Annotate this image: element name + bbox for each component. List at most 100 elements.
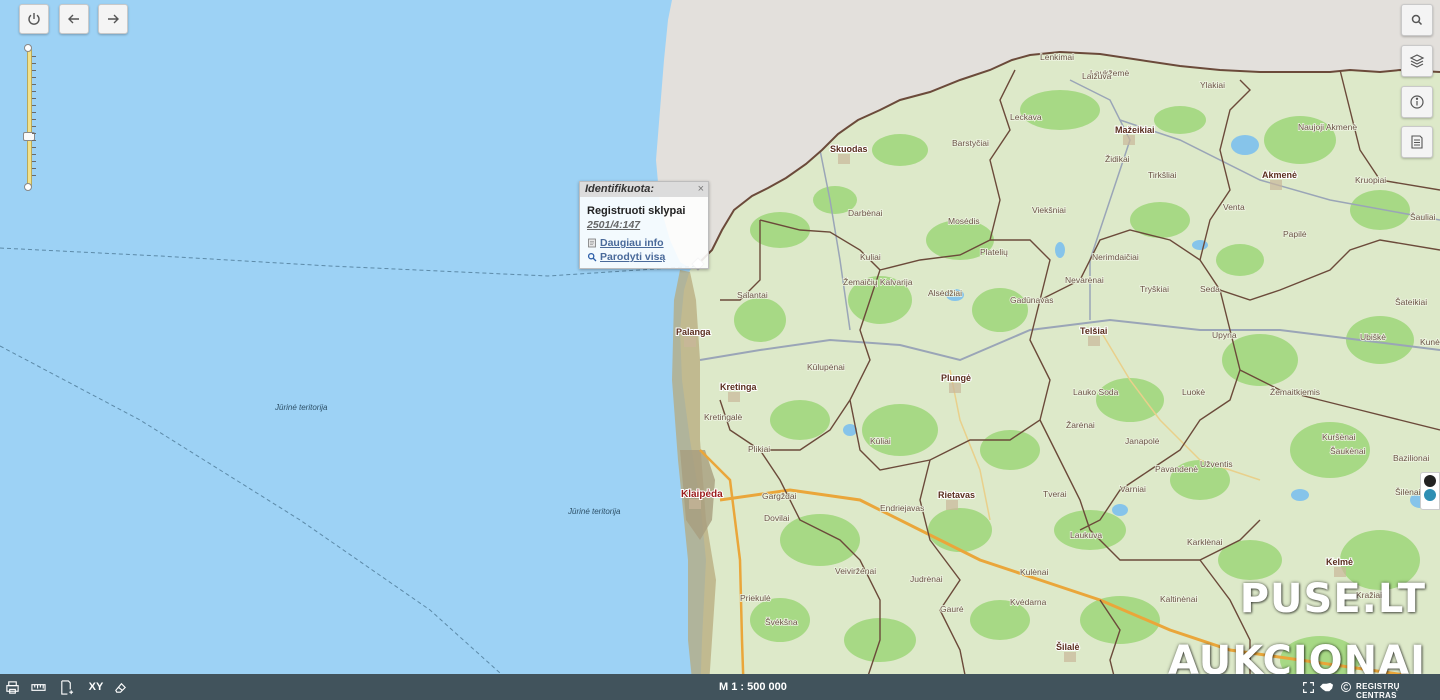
zoom-slider[interactable] xyxy=(22,44,36,191)
village-label: Kūliai xyxy=(870,436,891,446)
zoom-track[interactable] xyxy=(27,48,32,188)
eraser-icon xyxy=(114,682,126,693)
town-area xyxy=(728,392,740,402)
village-label: Darbėnai xyxy=(848,208,883,218)
village-label: Užventis xyxy=(1200,459,1233,469)
zoom-tick xyxy=(32,119,36,120)
info-button[interactable] xyxy=(1401,86,1433,118)
popup-title: Identifikuota: xyxy=(580,182,708,197)
village-label: Seda xyxy=(1200,284,1220,294)
village-label: Plikiai xyxy=(748,444,770,454)
town-label: Telšiai xyxy=(1080,326,1107,336)
map-canvas[interactable]: Palanga Kretinga Klaipėda Skuodas Mažeikiai A… xyxy=(0,0,1440,700)
document-plus-icon xyxy=(60,679,73,695)
close-circle-icon[interactable] xyxy=(1424,475,1436,487)
map-scale: M 1 : 500 000 xyxy=(719,681,787,693)
zoom-tick xyxy=(32,175,36,176)
village-label: Lauko Soda xyxy=(1073,387,1119,397)
village-label: Luokė xyxy=(1182,387,1205,397)
layers-button[interactable] xyxy=(1401,45,1433,77)
zoom-in-handle[interactable] xyxy=(24,44,32,52)
arrow-right-icon xyxy=(108,14,119,24)
add-document-button[interactable] xyxy=(58,679,74,695)
village-label: Šauliai xyxy=(1410,212,1436,222)
search-button[interactable] xyxy=(1401,4,1433,36)
village-label: Kūlupėnai xyxy=(807,362,845,372)
magnifier-icon xyxy=(587,252,597,262)
map-type-button[interactable] xyxy=(1318,679,1334,695)
registru-centras-brand[interactable]: REGISTRŲ CENTRAS xyxy=(1356,682,1440,700)
village-label: Šaukėnai xyxy=(1330,446,1366,456)
zoom-tick xyxy=(32,154,36,155)
identify-popup: Identifikuota: × Registruoti sklypai 250… xyxy=(579,181,709,269)
town-area xyxy=(949,383,961,393)
popup-parcel-code[interactable]: 2501/4:147 xyxy=(587,219,708,231)
popup-close-button[interactable]: × xyxy=(698,182,704,197)
town-area xyxy=(838,154,850,164)
popup-more-info-label[interactable]: Daugiau info xyxy=(600,237,664,249)
village-label: Šateikiai xyxy=(1395,297,1427,307)
power-button[interactable] xyxy=(19,4,49,34)
village-label: Kuliai xyxy=(860,252,881,262)
zoom-tick xyxy=(32,56,36,57)
town-area xyxy=(1123,135,1135,145)
zoom-tick xyxy=(32,91,36,92)
back-button[interactable] xyxy=(59,4,89,34)
measure-button[interactable] xyxy=(30,679,46,695)
town-label: Palanga xyxy=(676,327,712,337)
eraser-button[interactable] xyxy=(112,679,128,695)
town-area xyxy=(946,500,958,510)
village-label: Mosėdis xyxy=(948,216,980,226)
print-button[interactable] xyxy=(4,679,20,695)
village-label: Laukuva xyxy=(1070,530,1102,540)
town-label: Plungė xyxy=(941,373,971,383)
info-circle-icon[interactable] xyxy=(1424,489,1436,501)
village-label: Kaltinėnai xyxy=(1160,594,1197,604)
village-label: Salantai xyxy=(737,290,768,300)
village-label: Žemaičių Kalvarija xyxy=(843,277,913,287)
village-label: Gaurė xyxy=(940,604,964,614)
popup-show-all-link[interactable]: Parodyti visą xyxy=(587,251,708,263)
village-label: Karklėnai xyxy=(1187,537,1223,547)
zoom-tick xyxy=(32,84,36,85)
village-label: Venta xyxy=(1223,202,1245,212)
village-label: Kuršėnai xyxy=(1322,432,1356,442)
zoom-tick xyxy=(32,147,36,148)
zoom-tick xyxy=(32,161,36,162)
village-label: Žemaitkiemis xyxy=(1270,387,1320,397)
popup-show-all-label[interactable]: Parodyti visą xyxy=(600,251,665,263)
village-label: Dovilai xyxy=(764,513,790,523)
popup-more-info-link[interactable]: Daugiau info xyxy=(587,237,708,249)
village-label: Švėkšna xyxy=(765,617,798,627)
zoom-tick xyxy=(32,112,36,113)
zoom-tick xyxy=(32,168,36,169)
town-area xyxy=(1270,180,1282,190)
zoom-tick xyxy=(32,126,36,127)
village-label: Bazilionai xyxy=(1393,453,1429,463)
search-icon xyxy=(1411,14,1423,26)
village-label: Naujoji Akmenė xyxy=(1298,122,1357,132)
legend-button[interactable] xyxy=(1401,126,1433,158)
zoom-tick xyxy=(32,70,36,71)
town-label: Skuodas xyxy=(830,144,868,154)
print-icon xyxy=(5,680,19,694)
zoom-out-handle[interactable] xyxy=(24,183,32,191)
coordinates-button[interactable]: XY xyxy=(87,679,105,695)
side-toggle[interactable] xyxy=(1420,472,1440,510)
copyright-icon xyxy=(1338,679,1354,695)
fullscreen-button[interactable] xyxy=(1300,679,1316,695)
village-label: Ylakiai xyxy=(1200,80,1225,90)
village-label: Tverai xyxy=(1043,489,1067,499)
village-label: Šilėnai xyxy=(1395,487,1421,497)
village-label: Leckava xyxy=(1010,112,1042,122)
village-label: Nevarėnai xyxy=(1065,275,1104,285)
village-label: Kunėnai xyxy=(1420,337,1440,347)
fullscreen-icon xyxy=(1302,681,1314,693)
village-label: Janapolė xyxy=(1125,436,1160,446)
village-label: Papilė xyxy=(1283,229,1307,239)
village-label: Gadūnavas xyxy=(1010,295,1053,305)
village-label: Alsėdžiai xyxy=(928,288,962,298)
forward-button[interactable] xyxy=(98,4,128,34)
village-label: Priekulė xyxy=(740,593,771,603)
ruler-icon xyxy=(30,683,46,691)
